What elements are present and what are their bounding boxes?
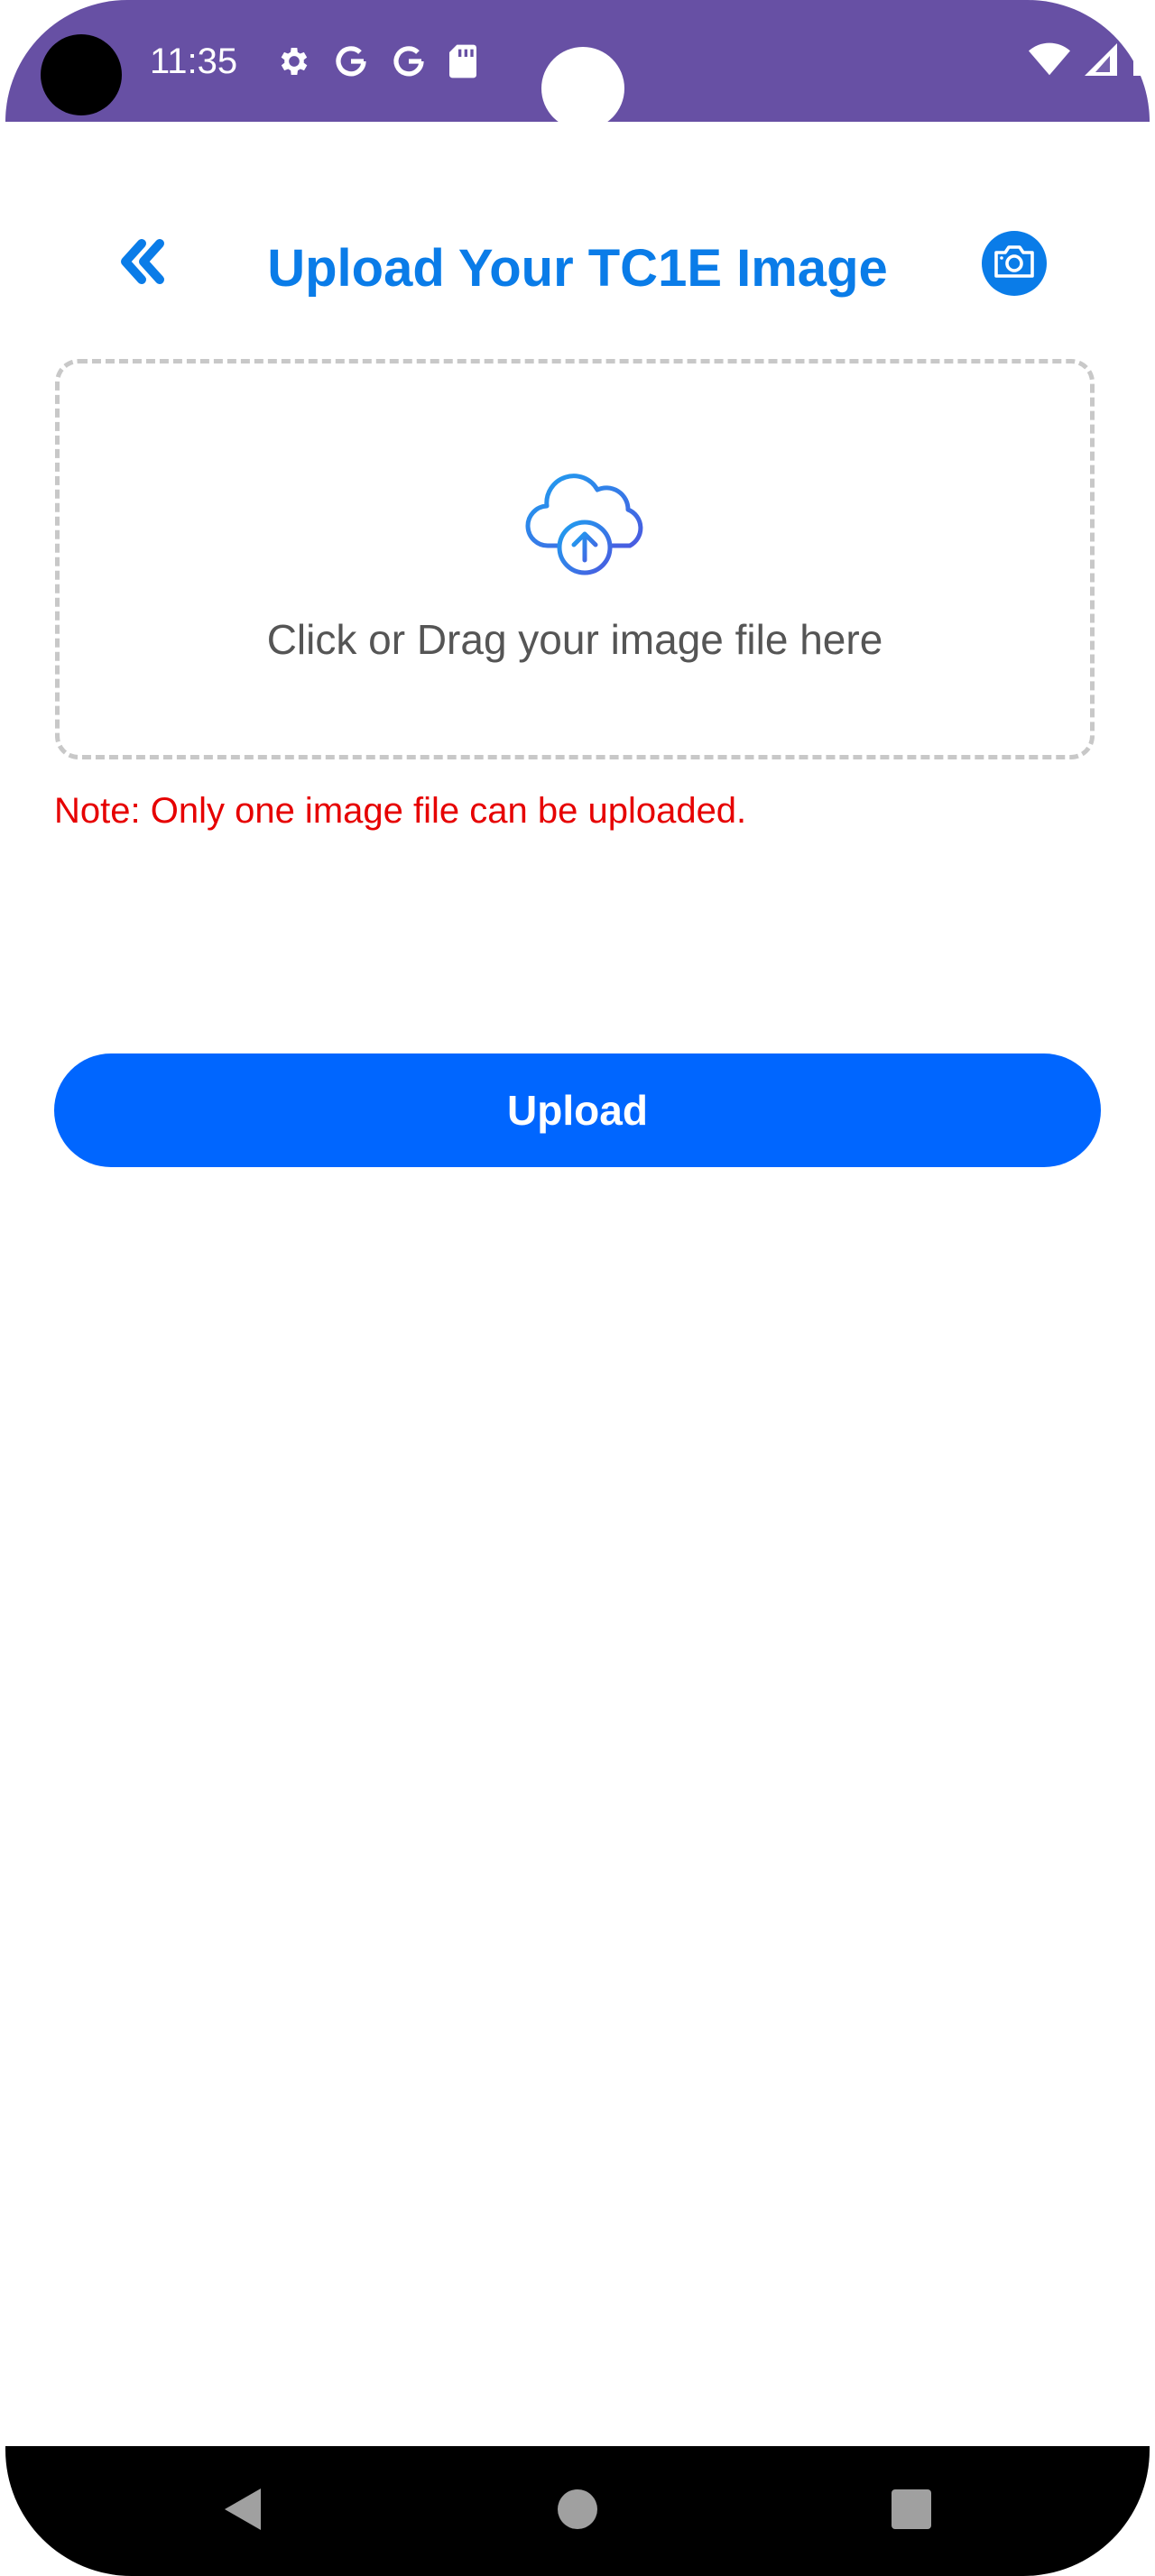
sd-card-icon [448,43,478,79]
status-time: 11:35 [150,41,238,81]
status-right-icons [1029,40,1150,83]
upload-note: Note: Only one image file can be uploade… [54,791,747,831]
nav-home-button[interactable] [523,2446,632,2576]
back-triangle-icon [221,2485,266,2538]
signal-icon [1083,41,1119,82]
back-button[interactable] [110,236,173,290]
page-title: Upload Your TC1E Image [267,239,888,298]
gear-icon [276,43,312,79]
screen: 11:35 Upload Your TC1E Image Click or Dr… [0,0,1155,2576]
upload-button[interactable]: Upload [54,1053,1101,1167]
status-left-icons [276,40,478,83]
nav-recents-button[interactable] [857,2446,966,2576]
battery-icon [1132,41,1150,82]
navigation-bar [5,2446,1150,2576]
camera-icon [993,244,1036,284]
google-icon [390,42,428,80]
recents-square-icon [890,2488,933,2535]
nav-back-button[interactable] [189,2446,298,2576]
wifi-icon [1029,41,1070,82]
front-camera [41,34,122,115]
drop-zone-text: Click or Drag your image file here [266,616,883,663]
status-bar: 11:35 [5,0,1150,130]
google-icon [332,42,370,80]
display-notch [541,47,624,130]
double-chevron-left-icon [116,236,167,291]
cloud-upload-icon [522,463,648,580]
image-drop-zone[interactable]: Click or Drag your image file here [55,359,1095,759]
camera-button[interactable] [982,231,1047,296]
home-circle-icon [556,2488,599,2535]
